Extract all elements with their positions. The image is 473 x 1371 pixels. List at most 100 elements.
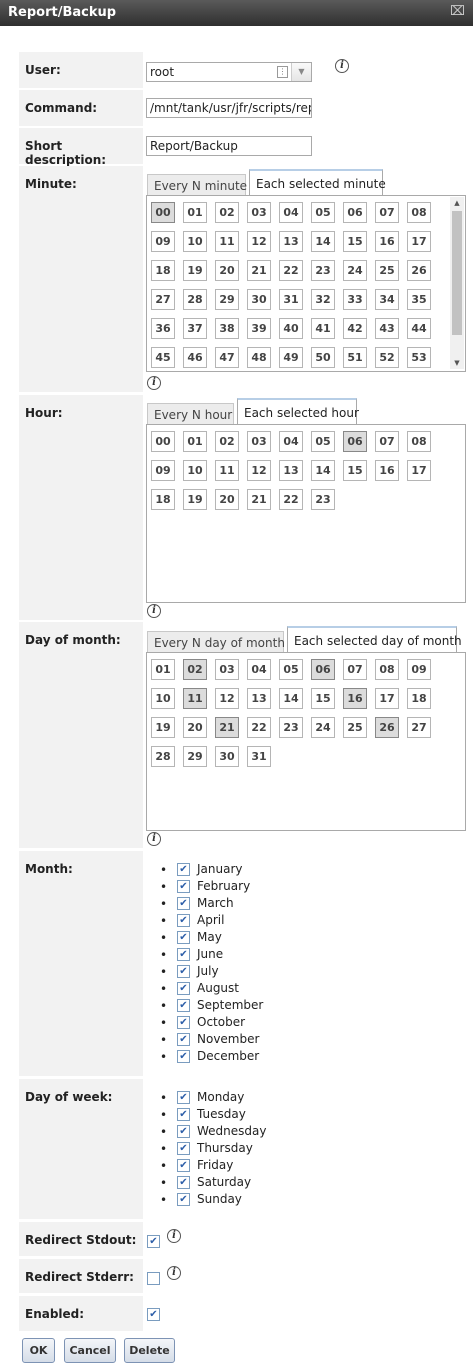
minute-cell[interactable]: 41 <box>311 318 335 339</box>
scroll-down-icon[interactable]: ▼ <box>450 357 464 369</box>
day-cell[interactable]: 22 <box>247 717 271 738</box>
hour-cell[interactable]: 05 <box>311 431 335 452</box>
weekday-checkbox[interactable]: ✔ <box>177 1193 190 1206</box>
minute-cell[interactable]: 46 <box>183 347 207 368</box>
month-checkbox[interactable]: ✔ <box>177 1050 190 1063</box>
minute-cell[interactable]: 24 <box>343 260 367 281</box>
minute-cell[interactable]: 34 <box>375 289 399 310</box>
day-cell[interactable]: 17 <box>375 688 399 709</box>
minute-cell[interactable]: 06 <box>343 202 367 223</box>
hour-cell[interactable]: 20 <box>215 489 239 510</box>
hour-cell[interactable]: 04 <box>279 431 303 452</box>
month-checkbox[interactable]: ✔ <box>177 1033 190 1046</box>
redirect-stderr-info-icon[interactable]: i <box>167 1266 181 1280</box>
day-cell[interactable]: 05 <box>279 659 303 680</box>
day-cell[interactable]: 06 <box>311 659 335 680</box>
month-checkbox[interactable]: ✔ <box>177 897 190 910</box>
weekday-checkbox[interactable]: ✔ <box>177 1142 190 1155</box>
day-cell[interactable]: 13 <box>247 688 271 709</box>
day-cell[interactable]: 19 <box>151 717 175 738</box>
minute-cell[interactable]: 05 <box>311 202 335 223</box>
minute-cell[interactable]: 33 <box>343 289 367 310</box>
hour-cell[interactable]: 11 <box>215 460 239 481</box>
minute-cell[interactable]: 45 <box>151 347 175 368</box>
minute-cell[interactable]: 10 <box>183 231 207 252</box>
minute-cell[interactable]: 50 <box>311 347 335 368</box>
hour-cell[interactable]: 19 <box>183 489 207 510</box>
minute-cell[interactable]: 52 <box>375 347 399 368</box>
hour-cell[interactable]: 14 <box>311 460 335 481</box>
minute-cell[interactable]: 23 <box>311 260 335 281</box>
hour-info-icon[interactable]: i <box>147 604 161 618</box>
tab-every-n-day-of-month[interactable]: Every N day of month <box>147 631 285 653</box>
minute-cell[interactable]: 43 <box>375 318 399 339</box>
minute-cell[interactable]: 48 <box>247 347 271 368</box>
hour-cell[interactable]: 09 <box>151 460 175 481</box>
minute-cell[interactable]: 17 <box>407 231 431 252</box>
month-checkbox[interactable]: ✔ <box>177 931 190 944</box>
minute-cell[interactable]: 39 <box>247 318 271 339</box>
short-description-input[interactable]: Report/Backup <box>146 136 312 156</box>
enabled-checkbox[interactable]: ✔ <box>147 1308 160 1321</box>
day-cell[interactable]: 23 <box>279 717 303 738</box>
redirect-stdout-info-icon[interactable]: i <box>167 1229 181 1243</box>
close-icon[interactable]: ⌧ <box>450 4 465 19</box>
weekday-checkbox[interactable]: ✔ <box>177 1108 190 1121</box>
minute-cell[interactable]: 37 <box>183 318 207 339</box>
ok-button[interactable]: OK <box>22 1338 55 1363</box>
day-cell[interactable]: 27 <box>407 717 431 738</box>
minute-cell[interactable]: 14 <box>311 231 335 252</box>
hour-cell[interactable]: 13 <box>279 460 303 481</box>
day-cell[interactable]: 24 <box>311 717 335 738</box>
day-cell[interactable]: 30 <box>215 746 239 767</box>
hour-cell[interactable]: 18 <box>151 489 175 510</box>
hour-cell[interactable]: 01 <box>183 431 207 452</box>
minute-cell[interactable]: 09 <box>151 231 175 252</box>
redirect-stdout-checkbox[interactable]: ✔ <box>147 1235 160 1248</box>
minute-cell[interactable]: 03 <box>247 202 271 223</box>
minute-cell[interactable]: 19 <box>183 260 207 281</box>
hour-cell[interactable]: 21 <box>247 489 271 510</box>
day-cell[interactable]: 07 <box>343 659 367 680</box>
delete-button[interactable]: Delete <box>124 1338 175 1363</box>
day-cell[interactable]: 02 <box>183 659 207 680</box>
minute-cell[interactable]: 44 <box>407 318 431 339</box>
day-cell[interactable]: 04 <box>247 659 271 680</box>
minute-cell[interactable]: 38 <box>215 318 239 339</box>
redirect-stderr-checkbox[interactable] <box>147 1272 160 1285</box>
hour-cell[interactable]: 22 <box>279 489 303 510</box>
weekday-checkbox[interactable]: ✔ <box>177 1091 190 1104</box>
day-cell[interactable]: 18 <box>407 688 431 709</box>
day-cell[interactable]: 29 <box>183 746 207 767</box>
weekday-checkbox[interactable]: ✔ <box>177 1159 190 1172</box>
month-checkbox[interactable]: ✔ <box>177 914 190 927</box>
hour-cell[interactable]: 16 <box>375 460 399 481</box>
minute-cell[interactable]: 12 <box>247 231 271 252</box>
minute-cell[interactable]: 51 <box>343 347 367 368</box>
day-cell[interactable]: 21 <box>215 717 239 738</box>
tab-each-selected-hour[interactable]: Each selected hour <box>237 398 359 424</box>
hour-cell[interactable]: 17 <box>407 460 431 481</box>
tab-every-n-minute[interactable]: Every N minute <box>147 174 247 196</box>
hour-cell[interactable]: 06 <box>343 431 367 452</box>
minute-cell[interactable]: 31 <box>279 289 303 310</box>
month-checkbox[interactable]: ✔ <box>177 880 190 893</box>
month-checkbox[interactable]: ✔ <box>177 948 190 961</box>
month-checkbox[interactable]: ✔ <box>177 965 190 978</box>
day-cell[interactable]: 01 <box>151 659 175 680</box>
month-checkbox[interactable]: ✔ <box>177 863 190 876</box>
command-input[interactable]: /mnt/tank/usr/jfr/scripts/rep <box>146 98 312 118</box>
minute-cell[interactable]: 21 <box>247 260 271 281</box>
minute-cell[interactable]: 22 <box>279 260 303 281</box>
day-cell[interactable]: 09 <box>407 659 431 680</box>
minute-cell[interactable]: 02 <box>215 202 239 223</box>
hour-cell[interactable]: 10 <box>183 460 207 481</box>
hour-cell[interactable]: 00 <box>151 431 175 452</box>
minute-cell[interactable]: 15 <box>343 231 367 252</box>
minute-cell[interactable]: 35 <box>407 289 431 310</box>
hour-cell[interactable]: 07 <box>375 431 399 452</box>
minute-cell[interactable]: 47 <box>215 347 239 368</box>
minute-cell[interactable]: 40 <box>279 318 303 339</box>
minute-cell[interactable]: 20 <box>215 260 239 281</box>
minute-cell[interactable]: 27 <box>151 289 175 310</box>
